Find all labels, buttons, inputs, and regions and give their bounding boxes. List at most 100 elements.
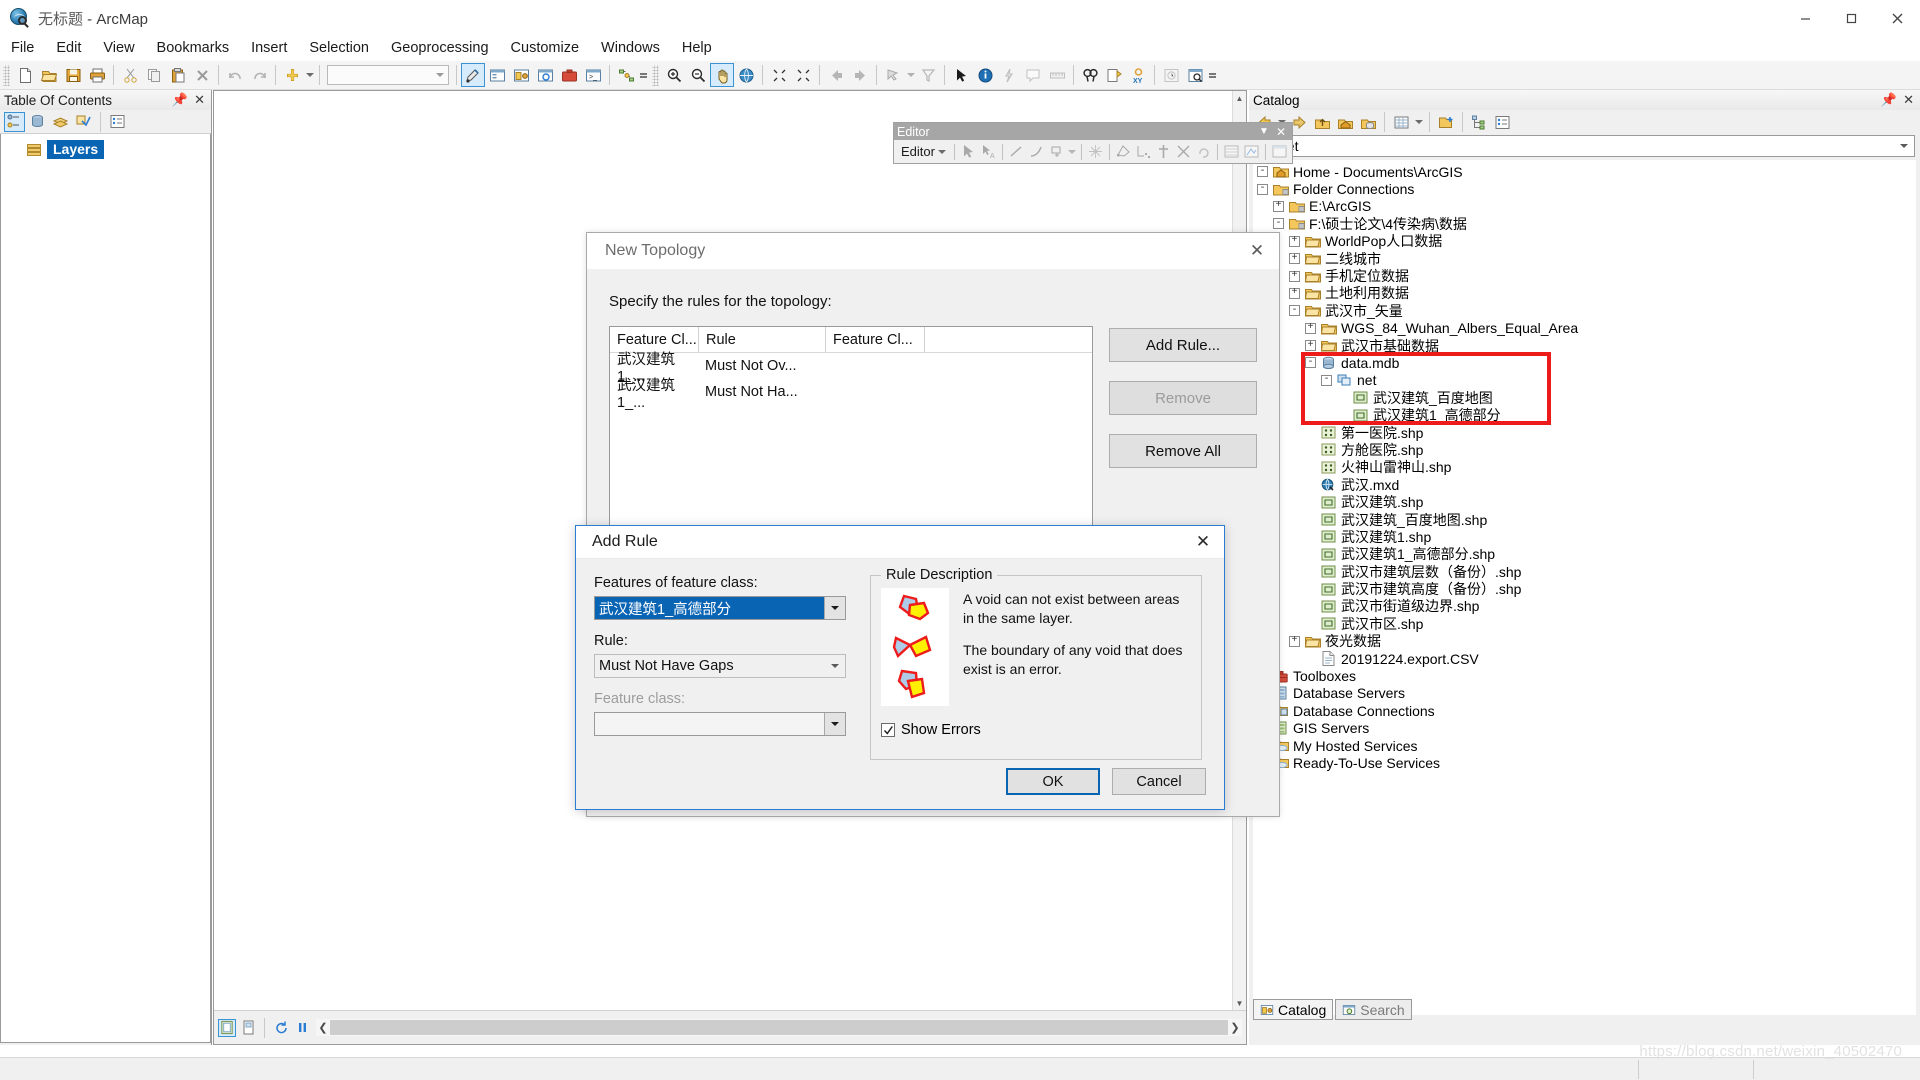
toolbar-gripper[interactable] <box>652 64 659 86</box>
edit-vertices-icon[interactable] <box>1114 142 1133 161</box>
scroll-track[interactable] <box>330 1020 1228 1035</box>
pause-drawing-icon[interactable] <box>293 1019 311 1037</box>
expand-toggle-icon[interactable]: + <box>1305 340 1316 352</box>
save-icon[interactable] <box>61 63 85 87</box>
redo-icon[interactable] <box>247 63 271 87</box>
catalog-tree-item[interactable]: 武汉市区.shp <box>1253 615 1916 632</box>
editor-toolbar-toggle-icon[interactable] <box>461 63 485 87</box>
catalog-tree[interactable]: - Home - Documents\ArcGIS - Folder Connecti… <box>1253 160 1916 1015</box>
menu-item-view[interactable]: View <box>92 37 145 59</box>
column-header-feature-class-2[interactable]: Feature Cl... <box>826 332 924 348</box>
edit-annotation-tool-icon[interactable]: A <box>979 142 998 161</box>
find-route-icon[interactable] <box>1102 63 1126 87</box>
clear-selection-icon[interactable] <box>916 63 940 87</box>
catalog-tree-item[interactable]: + 手机定位数据 <box>1253 267 1916 284</box>
catalog-tree-item[interactable]: - Home - Documents\ArcGIS <box>1253 163 1916 180</box>
sketch-dialog-icon[interactable] <box>1242 142 1261 161</box>
second-feature-class-combo[interactable] <box>594 712 846 736</box>
collapse-toggle-icon[interactable]: - <box>1273 218 1284 230</box>
reshape-feature-icon[interactable] <box>1134 142 1153 161</box>
catalog-tree-item[interactable]: 武汉建筑1_高德部分.shp <box>1253 546 1916 563</box>
expand-toggle-icon[interactable]: + <box>1289 270 1300 282</box>
catalog-tree-item[interactable]: - F:\硕士论文\4传染病\数据 <box>1253 215 1916 232</box>
scroll-right-icon[interactable]: ❯ <box>1228 1021 1242 1034</box>
toggle-tree-icon[interactable] <box>1468 112 1490 133</box>
scroll-down-icon[interactable]: ▼ <box>1233 996 1247 1010</box>
menu-item-help[interactable]: Help <box>671 37 723 59</box>
cut-polygons-icon[interactable] <box>1154 142 1173 161</box>
python-window-icon[interactable]: >_ <box>581 63 605 87</box>
edit-tool-icon[interactable] <box>959 142 978 161</box>
chevron-down-icon[interactable] <box>1895 144 1912 148</box>
add-data-dropdown-icon[interactable] <box>304 63 315 87</box>
checkbox-checked-icon[interactable] <box>881 723 895 737</box>
catalog-tree-item[interactable]: - net <box>1253 372 1916 389</box>
collapse-toggle-icon[interactable]: - <box>1305 357 1316 369</box>
sketch-properties-icon[interactable] <box>1086 142 1105 161</box>
up-one-level-icon[interactable] <box>1311 112 1333 133</box>
layout-view-icon[interactable] <box>239 1019 257 1037</box>
catalog-tree-item[interactable]: 武汉市街道级边界.shp <box>1253 598 1916 615</box>
catalog-tree-item[interactable]: My Hosted Services <box>1253 737 1916 754</box>
menu-item-selection[interactable]: Selection <box>298 37 380 59</box>
undo-icon[interactable] <box>223 63 247 87</box>
select-elements-icon[interactable] <box>949 63 973 87</box>
catalog-tree-item[interactable]: - Folder Connections <box>1253 180 1916 197</box>
fixed-zoom-in-icon[interactable] <box>767 63 791 87</box>
show-errors-checkbox[interactable]: Show Errors <box>881 722 1191 738</box>
catalog-tree-item[interactable]: + 武汉市基础数据 <box>1253 337 1916 354</box>
add-rule-button[interactable]: Add Rule... <box>1109 328 1257 362</box>
find-icon[interactable] <box>1078 63 1102 87</box>
menu-item-file[interactable]: File <box>0 37 45 59</box>
cut-icon[interactable] <box>118 63 142 87</box>
catalog-tree-item[interactable]: 火神山雷神山.shp <box>1253 459 1916 476</box>
select-features-dropdown-icon[interactable] <box>905 63 916 87</box>
catalog-tree-item[interactable]: - data.mdb <box>1253 354 1916 371</box>
editor-menu-button[interactable]: Editor <box>897 144 950 159</box>
fixed-zoom-out-icon[interactable] <box>791 63 815 87</box>
menu-item-customize[interactable]: Customize <box>500 37 591 59</box>
toolbar-gripper[interactable] <box>3 64 10 86</box>
tab-search[interactable]: Search <box>1335 999 1412 1020</box>
toolbar-overflow-icon[interactable] <box>1207 63 1218 87</box>
list-by-source-icon[interactable] <box>27 112 48 132</box>
contents-view-icon[interactable] <box>1390 112 1412 133</box>
expand-toggle-icon[interactable]: + <box>1289 287 1300 299</box>
list-by-visibility-icon[interactable] <box>50 112 71 132</box>
menu-item-bookmarks[interactable]: Bookmarks <box>146 37 241 59</box>
connect-folder-icon[interactable] <box>1435 112 1457 133</box>
menu-item-edit[interactable]: Edit <box>45 37 92 59</box>
create-features-icon[interactable] <box>1270 142 1289 161</box>
catalog-tree-item[interactable]: 武汉建筑1_高德部分 <box>1253 406 1916 423</box>
catalog-tree-item[interactable]: 武汉市建筑层数（备份）.shp <box>1253 563 1916 580</box>
remove-button[interactable]: Remove <box>1109 381 1257 415</box>
catalog-tree-item[interactable]: + 土地利用数据 <box>1253 285 1916 302</box>
collapse-toggle-icon[interactable]: - <box>1321 374 1332 386</box>
rule-combo[interactable]: Must Not Have Gaps <box>594 654 846 678</box>
expand-toggle-icon[interactable]: + <box>1305 322 1316 334</box>
menu-item-geoprocessing[interactable]: Geoprocessing <box>380 37 500 59</box>
catalog-tree-item[interactable]: Ready-To-Use Services <box>1253 754 1916 771</box>
search-window-icon[interactable] <box>533 63 557 87</box>
close-icon[interactable]: ✕ <box>1276 125 1286 139</box>
feature-class-combo[interactable]: 武汉建筑1_高德部分 <box>594 596 846 620</box>
create-viewer-window-icon[interactable] <box>1183 63 1207 87</box>
expand-toggle-icon[interactable]: + <box>1289 635 1300 647</box>
construct-tool-icon[interactable] <box>1047 142 1066 161</box>
toc-tree[interactable]: Layers <box>0 134 211 1043</box>
table-of-contents-icon[interactable] <box>485 63 509 87</box>
column-header-feature-class-1[interactable]: Feature Cl... <box>610 332 698 348</box>
tab-catalog[interactable]: Catalog <box>1253 999 1334 1020</box>
cancel-button[interactable]: Cancel <box>1112 768 1206 795</box>
zoom-in-icon[interactable] <box>662 63 686 87</box>
catalog-tree-item[interactable]: + WorldPop人口数据 <box>1253 233 1916 250</box>
column-header-rule[interactable]: Rule <box>699 332 825 348</box>
html-popup-icon[interactable] <box>1021 63 1045 87</box>
catalog-tree-item[interactable]: Toolboxes <box>1253 667 1916 684</box>
catalog-tree-item[interactable]: + 夜光数据 <box>1253 633 1916 650</box>
expand-toggle-icon[interactable]: + <box>1273 200 1284 212</box>
construct-tool-dropdown-icon[interactable] <box>1067 142 1077 161</box>
split-tool-icon[interactable] <box>1174 142 1193 161</box>
list-by-drawing-order-icon[interactable] <box>4 111 25 132</box>
toolbar-overflow-icon[interactable] <box>638 63 649 87</box>
